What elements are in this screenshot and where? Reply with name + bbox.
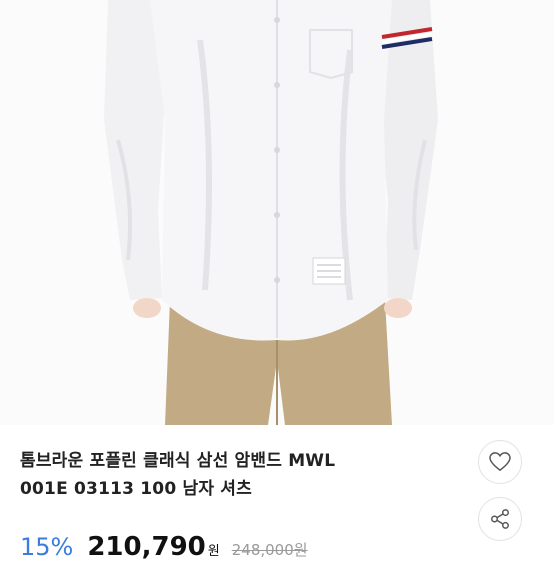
heart-outline-icon: [489, 452, 511, 472]
discount-rate: 15%: [20, 533, 74, 561]
product-title: 톰브라운 포플린 클래식 삼선 암밴드 MWL 001E 03113 100 남…: [20, 447, 475, 503]
sale-price: 210,790: [87, 532, 206, 562]
share-button[interactable]: [478, 497, 522, 541]
product-image[interactable]: [0, 0, 554, 425]
share-icon: [491, 509, 509, 529]
currency-unit: 원: [207, 544, 220, 559]
like-button[interactable]: [478, 440, 522, 484]
shirt-photo-illustration: [0, 0, 554, 425]
product-title-line-2: 001E 03113 100 남자 셔츠: [20, 479, 252, 499]
price-row: 15% 210,790 원 248,000원: [20, 532, 308, 562]
product-title-line-1: 톰브라운 포플린 클래식 삼선 암밴드 MWL: [20, 451, 336, 471]
original-price: 248,000원: [231, 541, 308, 559]
